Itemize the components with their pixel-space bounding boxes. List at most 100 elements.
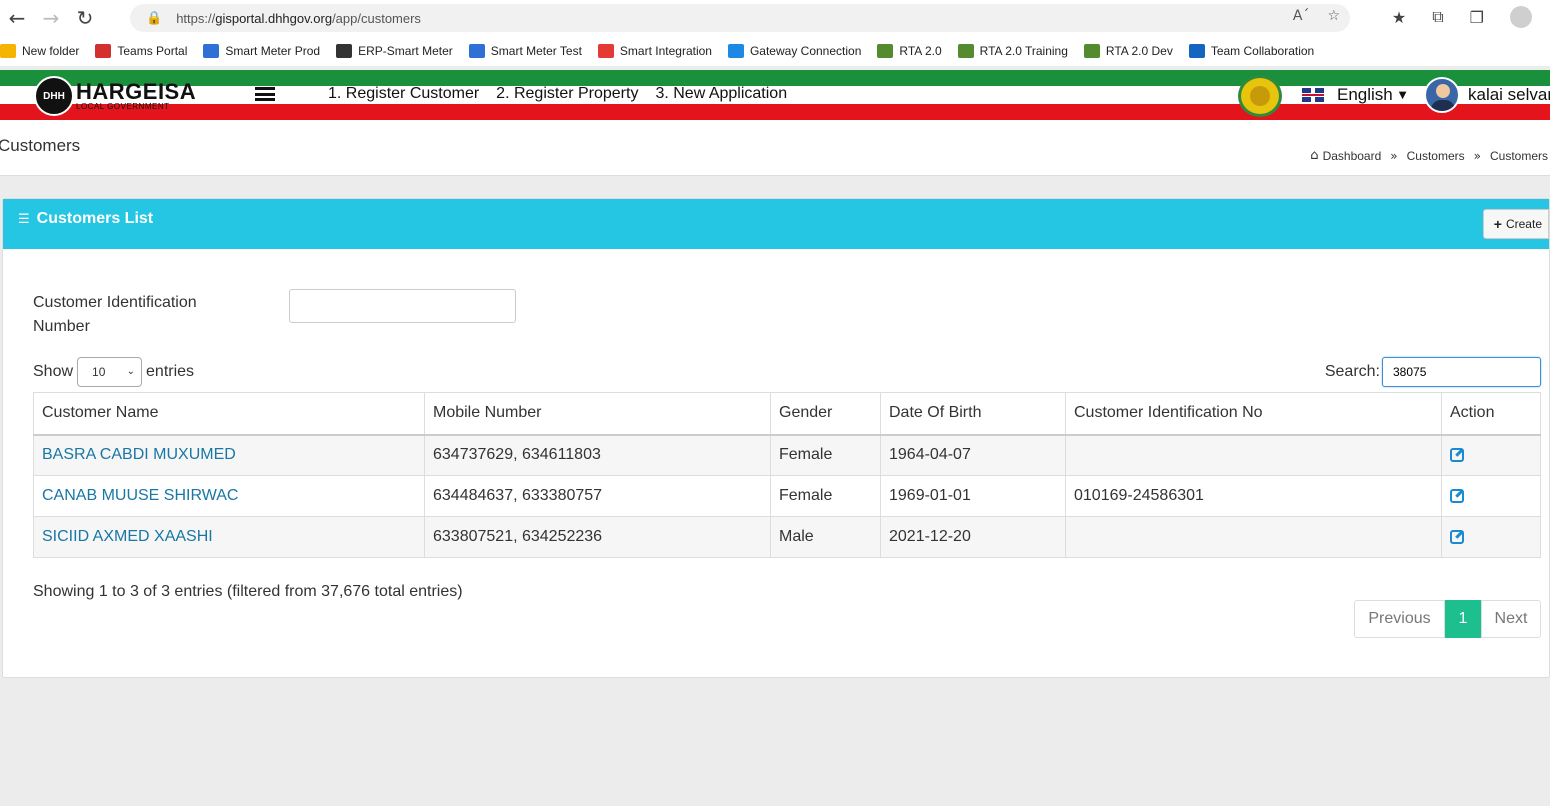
add-favorite-icon[interactable]: ☆ (1327, 8, 1340, 24)
bookmark-icon (957, 44, 974, 58)
bookmark-icon (1083, 44, 1100, 58)
next-page-button[interactable]: Next (1481, 600, 1541, 638)
cell-customer-name: CANAB MUUSE SHIRWAC (33, 475, 425, 517)
bookmark-item[interactable]: Teams Portal (95, 44, 187, 58)
cell-action (1441, 516, 1541, 558)
user-menu[interactable]: kalai selvan (1424, 77, 1550, 113)
customer-name-link[interactable]: CANAB MUUSE SHIRWAC (42, 487, 238, 504)
page-length-control: Show 10 ⌄ entries (33, 357, 194, 387)
bookmark-item[interactable]: ERP-Smart Meter (336, 44, 453, 58)
nav-new-application[interactable]: 3. New Application (655, 85, 787, 103)
column-mobile-number[interactable]: Mobile Number (424, 392, 771, 436)
cell-action (1441, 434, 1541, 476)
bookmark-icon (727, 44, 744, 58)
cell-customer-id (1065, 516, 1442, 558)
edit-icon[interactable] (1450, 488, 1464, 503)
bookmark-label: RTA 2.0 Dev (1105, 44, 1173, 58)
breadcrumb-separator: » (1390, 148, 1398, 163)
bookmark-label: RTA 2.0 (899, 44, 942, 58)
show-label: Show (33, 363, 74, 380)
back-icon[interactable]: ← (0, 3, 34, 33)
table-search: Search: (1325, 357, 1541, 387)
url-host: gisportal.dhhgov.org (215, 10, 333, 26)
bookmark-label: Team Collaboration (1210, 44, 1315, 58)
top-navigation: 1. Register Customer 2. Register Propert… (328, 85, 787, 103)
bookmark-item[interactable]: Smart Meter Prod (203, 44, 320, 58)
bookmark-item[interactable]: RTA 2.0 Dev (1083, 44, 1173, 58)
entries-label: entries (146, 363, 195, 380)
table-row: SICIID AXMED XAASHI 633807521, 634252236… (33, 516, 1541, 558)
page-length-value: 10 (92, 365, 106, 379)
table-row: CANAB MUUSE SHIRWAC 634484637, 633380757… (33, 475, 1541, 517)
page-header: Customers ⌂ Dashboard » Customers » Cust… (0, 120, 1550, 176)
government-emblem (1238, 75, 1282, 117)
cell-customer-id (1065, 434, 1442, 476)
cell-date-of-birth: 2021-12-20 (880, 516, 1066, 558)
customers-card: ☰ Customers List + Create Customer Ident… (2, 198, 1550, 678)
pagination: Previous 1 Next (1354, 600, 1541, 638)
bookmark-label: Smart Meter Test (490, 44, 582, 58)
edit-icon[interactable] (1450, 448, 1464, 463)
page-title: Customers (0, 136, 81, 155)
cell-gender: Male (770, 516, 881, 558)
breadcrumb-customers[interactable]: Customers (1407, 149, 1465, 163)
nav-register-customer[interactable]: 1. Register Customer (328, 85, 479, 103)
bookmark-item[interactable]: New folder (0, 44, 79, 58)
bookmark-icon (468, 44, 485, 58)
uk-flag-icon (1302, 88, 1324, 102)
edit-icon[interactable] (1450, 529, 1464, 544)
refresh-icon[interactable]: ↻ (68, 3, 102, 33)
bookmark-label: Gateway Connection (749, 44, 862, 58)
card-title: ☰ Customers List (18, 210, 153, 228)
column-customer-id[interactable]: Customer Identification No (1065, 392, 1442, 436)
extensions-icon[interactable]: ❐ (1470, 8, 1484, 27)
plus-icon: + (1493, 216, 1502, 232)
cell-customer-name: BASRA CABDI MUXUMED (33, 434, 425, 476)
app-logo[interactable]: DHH HARGEISA LOCAL GOVERNMENT (34, 76, 196, 116)
address-bar[interactable]: 🔒 https://gisportal.dhhgov.org/app/custo… (130, 4, 1350, 32)
list-icon: ☰ (18, 211, 30, 227)
breadcrumb-current: Customers (1489, 148, 1548, 163)
cell-gender: Female (770, 475, 881, 517)
create-label: Create (1505, 217, 1542, 231)
folder-icon (0, 44, 16, 58)
profile-avatar[interactable] (1510, 6, 1532, 28)
bookmark-item[interactable]: Gateway Connection (727, 44, 862, 58)
bookmarks-bar: New folder Teams Portal Smart Meter Prod ER… (0, 36, 1550, 66)
language-selector[interactable]: English ▼ (1302, 85, 1406, 105)
bookmark-icon (203, 44, 220, 58)
page-length-select[interactable]: 10 ⌄ (77, 357, 143, 387)
cell-date-of-birth: 1969-01-01 (880, 475, 1066, 517)
nav-register-property[interactable]: 2. Register Property (496, 85, 638, 103)
customer-name-link[interactable]: SICIID AXMED XAASHI (42, 528, 213, 545)
customer-name-link[interactable]: BASRA CABDI MUXUMED (42, 446, 236, 463)
collections-icon[interactable]: ⧉ (1432, 7, 1443, 27)
card-title-text: Customers List (36, 210, 154, 227)
column-date-of-birth[interactable]: Date Of Birth (880, 392, 1066, 436)
bookmark-item[interactable]: Team Collaboration (1188, 44, 1315, 58)
bookmark-item[interactable]: Smart Integration (597, 44, 712, 58)
customers-table: Customer Name Mobile Number Gender Date … (33, 392, 1541, 558)
logo-mark: DHH (34, 76, 74, 116)
breadcrumb-dashboard[interactable]: Dashboard (1323, 149, 1382, 163)
bookmark-item[interactable]: RTA 2.0 Training (957, 44, 1068, 58)
column-gender[interactable]: Gender (770, 392, 881, 436)
url-scheme: https:// (176, 10, 216, 26)
bookmark-label: Teams Portal (117, 44, 188, 58)
favorites-icon[interactable]: ★ (1392, 8, 1406, 27)
bookmark-label: ERP-Smart Meter (358, 44, 453, 58)
search-input[interactable] (1382, 357, 1541, 387)
previous-page-button[interactable]: Previous (1354, 600, 1445, 638)
forward-icon[interactable]: → (34, 3, 68, 33)
cell-action (1441, 475, 1541, 517)
column-customer-name[interactable]: Customer Name (33, 392, 425, 436)
page-1-button[interactable]: 1 (1445, 600, 1481, 638)
bookmark-item[interactable]: Smart Meter Test (468, 44, 582, 58)
flag-stripe-red (0, 104, 1550, 120)
menu-toggle-icon[interactable] (255, 87, 275, 101)
create-button[interactable]: + Create (1482, 209, 1549, 239)
table-row: BASRA CABDI MUXUMED 634737629, 634611803… (33, 434, 1541, 476)
customer-id-filter-input[interactable] (289, 289, 516, 323)
bookmark-item[interactable]: RTA 2.0 (877, 44, 942, 58)
read-aloud-icon[interactable]: A´ (1293, 8, 1310, 24)
